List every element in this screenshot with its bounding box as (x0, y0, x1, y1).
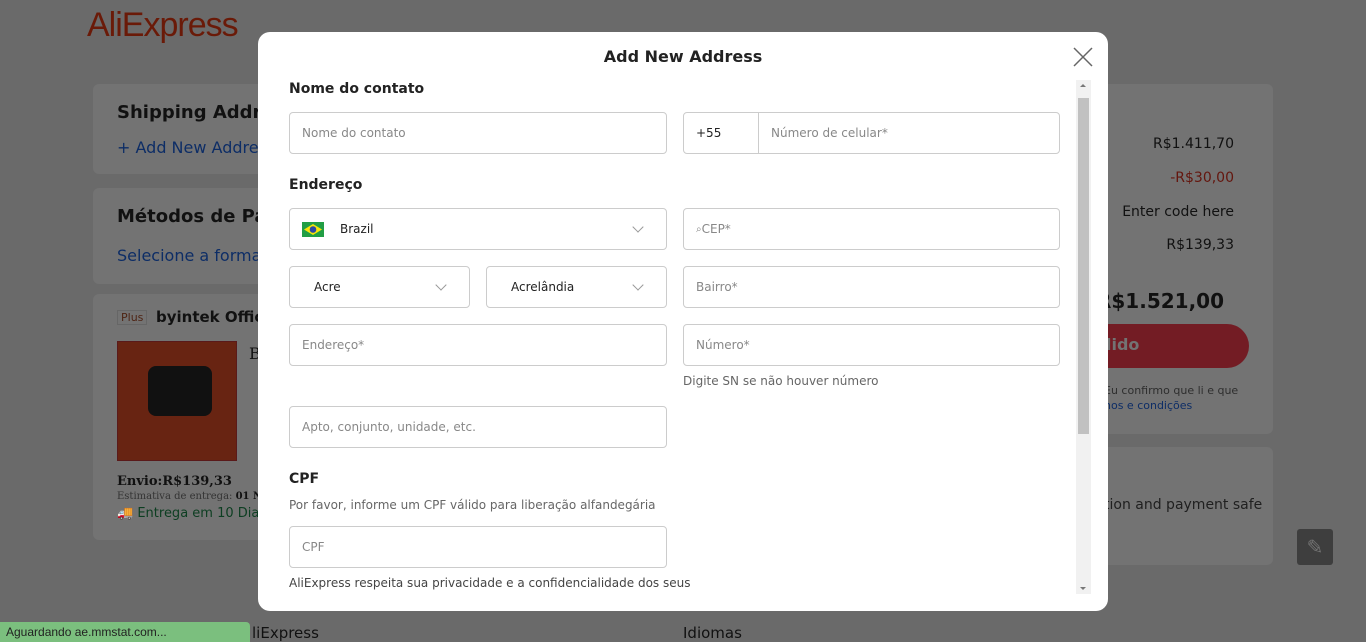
modal-title: Add New Address (603, 47, 763, 66)
city-select[interactable]: Acrelândia (486, 266, 667, 308)
chevron-down-icon (632, 221, 644, 233)
feedback-edit-icon[interactable]: ✎ (1297, 529, 1333, 565)
chevron-down-icon (632, 279, 644, 291)
close-icon[interactable] (1072, 46, 1094, 68)
scroll-down-arrow[interactable] (1080, 587, 1086, 590)
aliexpress-logo[interactable]: AliExpress (87, 6, 239, 45)
browser-status-bar: Aguardando ae.mmstat.com... (0, 622, 250, 642)
chevron-down-icon (435, 279, 447, 291)
country-select[interactable]: Brazil (289, 208, 667, 250)
country-value: Brazil (340, 222, 374, 236)
place-order-button[interactable]: dido (1090, 324, 1249, 368)
number-input[interactable]: Número* (683, 324, 1060, 366)
order-total: R$1.521,00 (1095, 289, 1224, 313)
street-input[interactable]: Endereço* (289, 324, 667, 366)
modal-scrollbar[interactable] (1076, 80, 1091, 594)
shipping-total: R$139,33 (1166, 237, 1234, 253)
contact-label: Nome do contato (289, 81, 425, 97)
contact-name-input[interactable]: Nome do contato (289, 112, 667, 154)
cpf-hint: Por favor, informe um CPF válido para li… (289, 498, 656, 512)
bairro-input[interactable]: Bairro* (683, 266, 1060, 308)
cpf-input[interactable]: CPF (289, 526, 667, 568)
complement-input[interactable]: Apto, conjunto, unidade, etc. (289, 406, 667, 448)
phone-code-select[interactable]: +55 (683, 112, 759, 154)
address-label: Endereço (289, 177, 363, 193)
coupon-code[interactable]: Enter code here (1122, 204, 1234, 220)
delivery-estimate: Estimativa de entrega: 01 Nov. (117, 491, 278, 502)
plus-badge: Plus (117, 310, 148, 325)
scrollbar-thumb[interactable] (1078, 98, 1089, 434)
state-select[interactable]: Acre (289, 266, 470, 308)
safety-text: tion and payment safe (1104, 497, 1263, 513)
confirm-text: Eu confirmo que li e que (1104, 384, 1239, 397)
brazil-flag-icon (302, 221, 324, 237)
safety-card: tion and payment safe (1090, 447, 1273, 565)
truck-icon: 🚚 (117, 506, 134, 521)
scroll-up-arrow[interactable] (1080, 84, 1086, 87)
shipping-cost: Envio:R$139,33 (117, 474, 232, 489)
summary-card: R$1.411,70 -R$30,00 Enter code here R$13… (1090, 84, 1273, 434)
footer-aliexpress: liExpress (252, 624, 319, 642)
subtotal-value: R$1.411,70 (1153, 136, 1234, 152)
number-hint: Digite SN se não houver número (683, 374, 879, 388)
add-address-link[interactable]: + Add New Address (117, 138, 275, 157)
cpf-label: CPF (289, 471, 320, 487)
product-image[interactable] (117, 341, 237, 461)
phone-input[interactable]: Número de celular* (758, 112, 1060, 154)
terms-link[interactable]: nos e condições (1104, 399, 1192, 412)
privacy-text: AliExpress respeita sua privacidade e a … (289, 576, 691, 590)
discount-value[interactable]: -R$30,00 (1170, 170, 1234, 186)
cep-input[interactable]: ⌕ CEP* (683, 208, 1060, 250)
footer-languages: Idiomas (683, 624, 742, 642)
delivery-days: 🚚 Entrega em 10 Dias (117, 506, 267, 521)
add-address-modal: Add New Address Nome do contato Nome do … (258, 32, 1108, 611)
